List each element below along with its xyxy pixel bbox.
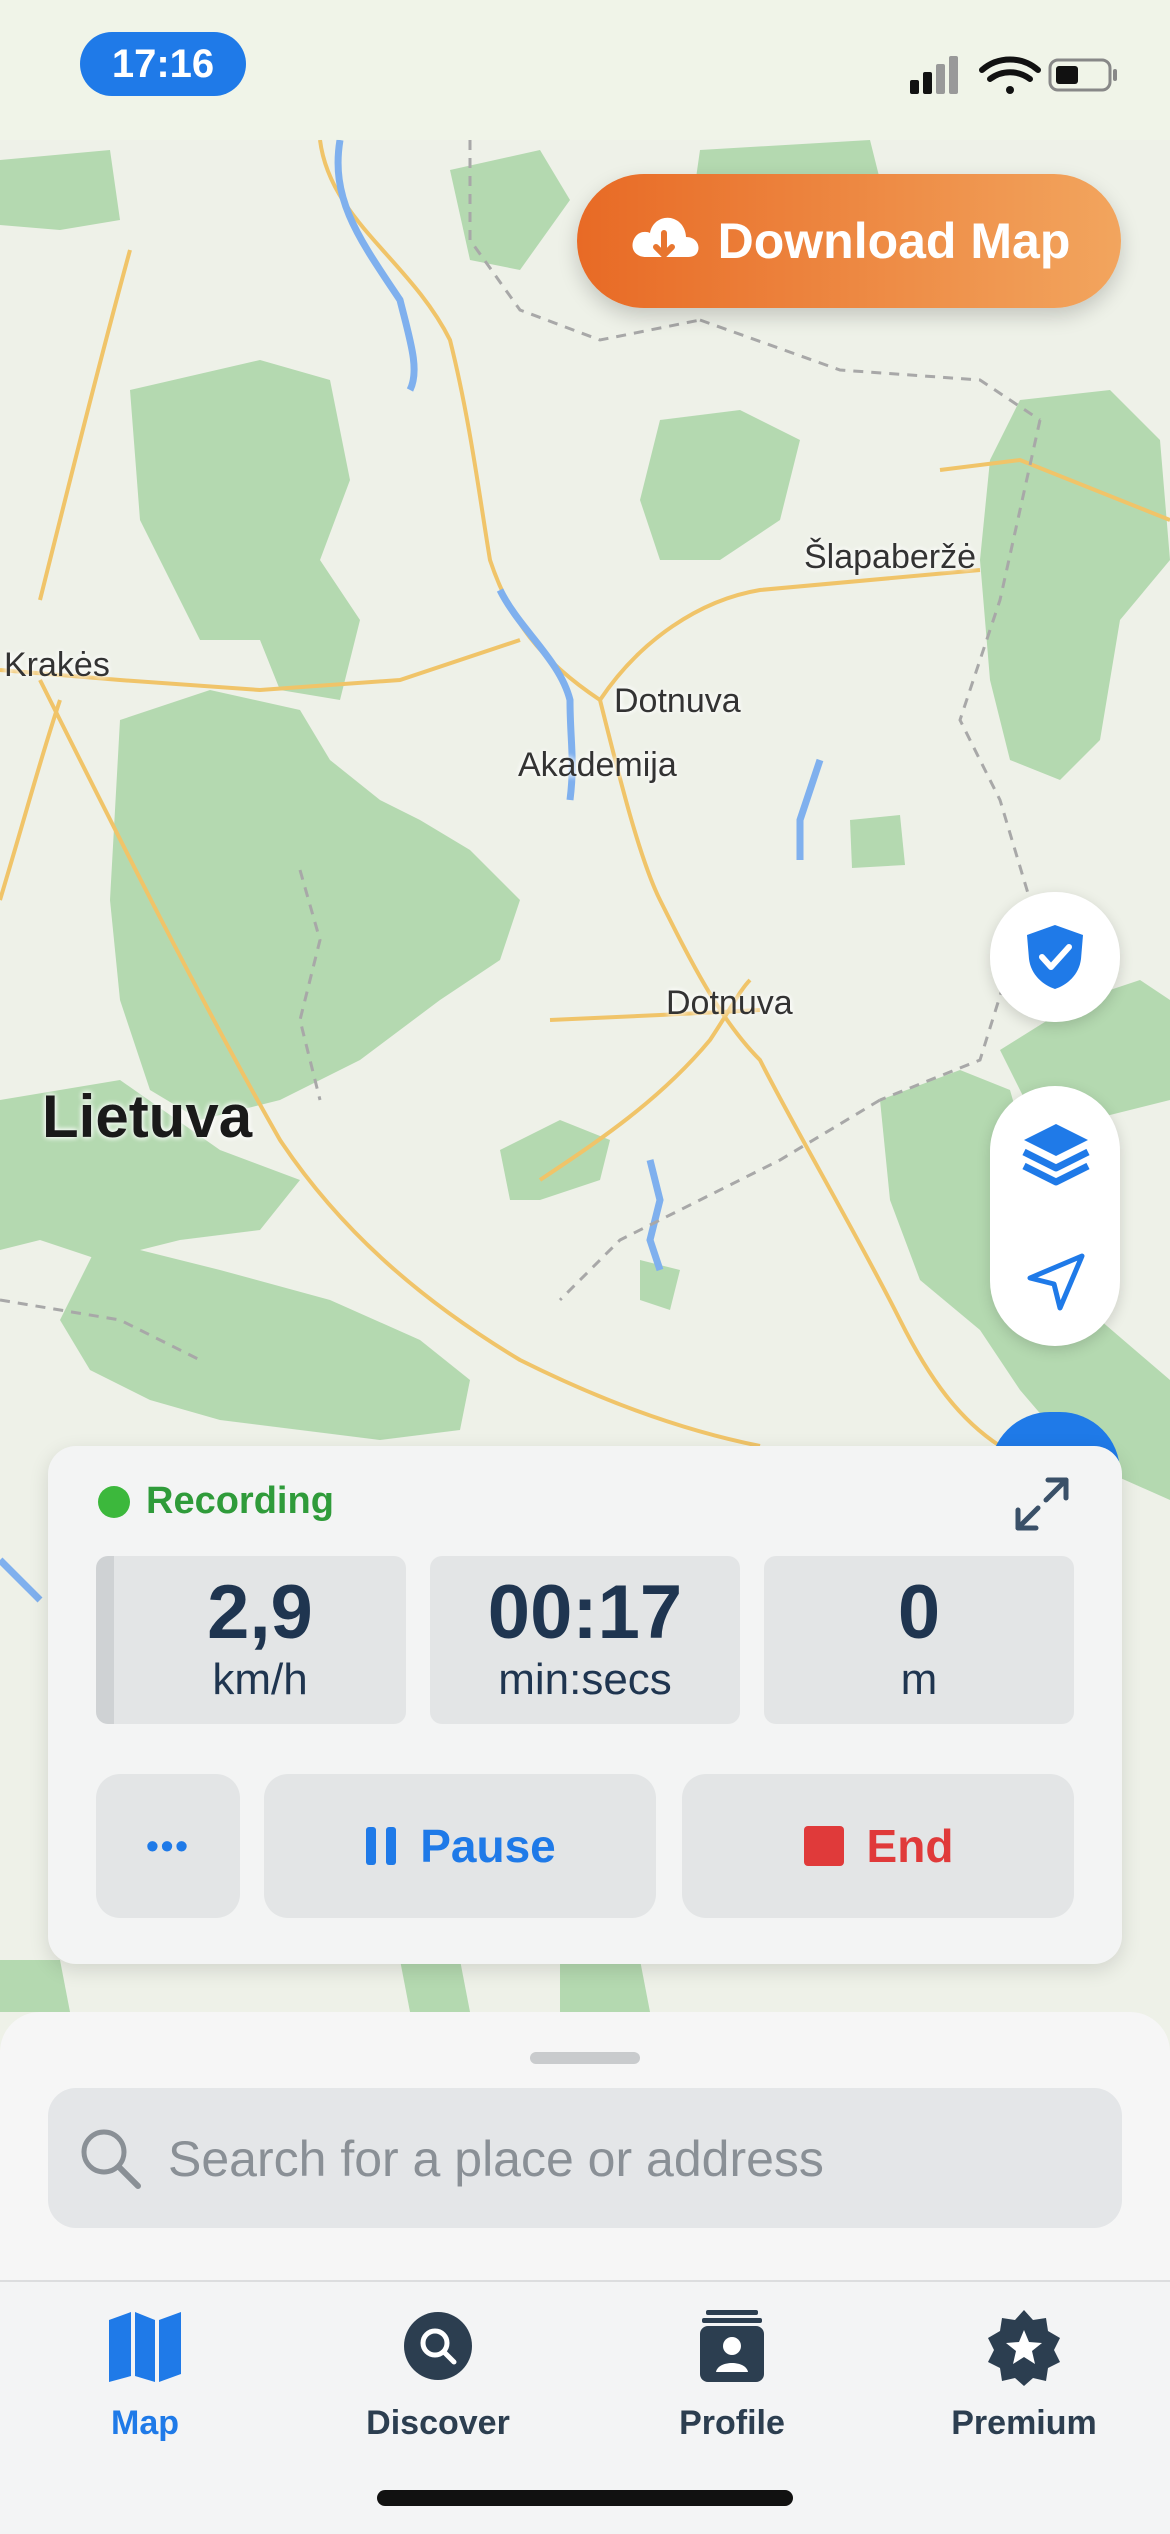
tab-premium[interactable]: Premium — [914, 2306, 1134, 2443]
layers-icon[interactable] — [1020, 1120, 1092, 1188]
battery-icon — [1048, 58, 1117, 92]
time-value: 00:17 — [487, 1570, 683, 1655]
speed-stat: 2,9 km/h — [96, 1556, 406, 1724]
cellular-icon — [910, 56, 958, 94]
distance-unit: m — [900, 1655, 938, 1704]
map-icon — [109, 2312, 181, 2382]
download-map-label: Download Map — [717, 213, 1071, 269]
status-bar: 17:16 — [0, 0, 1170, 140]
tab-discover-label: Discover — [366, 2404, 510, 2442]
stop-icon — [803, 1826, 844, 1866]
speed-unit: km/h — [212, 1655, 308, 1704]
tab-profile-label: Profile — [679, 2404, 785, 2442]
distance-value: 0 — [897, 1570, 941, 1655]
search-icon — [81, 2129, 141, 2189]
map-label-dotnuva-2: Dotnuva — [666, 984, 793, 1022]
sheet-handle[interactable] — [530, 2052, 640, 2064]
map-controls — [990, 1086, 1120, 1346]
tab-profile[interactable]: Profile — [622, 2306, 842, 2443]
more-button[interactable]: ••• — [96, 1774, 240, 1918]
shield-button[interactable] — [990, 892, 1120, 1022]
cloud-download-icon — [632, 217, 699, 258]
tab-discover[interactable]: Discover — [328, 2306, 548, 2443]
discover-icon — [404, 2312, 472, 2380]
premium-star-icon — [988, 2310, 1060, 2386]
recording-status: Recording — [146, 1480, 334, 1522]
pause-button[interactable]: Pause — [264, 1774, 656, 1918]
pause-icon — [366, 1827, 397, 1865]
more-dots-icon: ••• — [146, 1825, 190, 1866]
profile-icon — [700, 2310, 764, 2382]
end-label: End — [866, 1820, 954, 1872]
map-label-lietuva: Lietuva — [42, 1083, 253, 1150]
download-map-button[interactable]: Download Map — [577, 174, 1121, 308]
wifi-icon — [979, 56, 1041, 94]
map-label-dotnuva-1: Dotnuva — [614, 682, 741, 720]
recording-indicator — [98, 1486, 130, 1518]
map-label-krakes: Krakės — [4, 646, 110, 684]
map-label-slapaberze: Šlapaberžė — [804, 538, 977, 576]
time-unit: min:secs — [498, 1655, 672, 1704]
tab-map[interactable]: Map — [35, 2306, 255, 2443]
distance-stat: 0 m — [764, 1556, 1074, 1724]
search-placeholder: Search for a place or address — [168, 2131, 824, 2187]
map-label-akademija: Akademija — [518, 746, 677, 784]
search-field[interactable]: Search for a place or address — [48, 2088, 1122, 2228]
end-button[interactable]: End — [682, 1774, 1074, 1918]
recording-card: Recording 2,9 km/h 00:17 min:secs 0 m ••… — [48, 1446, 1122, 1964]
speed-value: 2,9 — [207, 1570, 313, 1655]
location-arrow-icon[interactable] — [1026, 1252, 1086, 1312]
expand-icon[interactable] — [1012, 1474, 1072, 1534]
tab-premium-label: Premium — [951, 2404, 1097, 2442]
time-stat: 00:17 min:secs — [430, 1556, 740, 1724]
tab-map-label: Map — [111, 2404, 179, 2442]
pause-label: Pause — [420, 1820, 556, 1872]
status-time: 17:16 — [80, 32, 246, 96]
status-icons — [910, 56, 1117, 94]
bottom-sheet: Search for a place or address — [0, 2012, 1170, 2280]
home-indicator — [377, 2490, 793, 2506]
shield-check-icon — [1027, 925, 1083, 989]
